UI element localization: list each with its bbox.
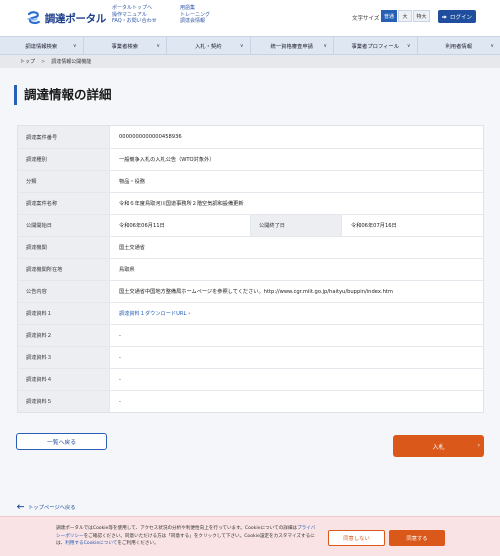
row-label: 公開開始日	[18, 215, 110, 236]
row-label: 調達資料５	[18, 391, 110, 412]
chevron-down-icon: ∨	[239, 43, 244, 49]
table-row: 調達資料４ -	[18, 369, 483, 391]
header-links-primary: ポータルトップへ 操作マニュアル FAQ・お問い合わせ	[112, 5, 157, 25]
bid-button[interactable]: 入札 ›	[393, 435, 484, 457]
table-row: 公告内容 国土交通省中国地方整備局ホームページを参照してください。http://…	[18, 281, 483, 303]
header-links-secondary: 用語集 トレーニング 調達会情報	[180, 5, 210, 25]
row-value: 一般競争入札の入札公告（WTO対象外）	[119, 157, 215, 163]
row-label: 調達機関所在地	[18, 259, 110, 280]
row-label: 調達案件名称	[18, 193, 110, 214]
page-top-link[interactable]: トップページへ戻る	[17, 503, 76, 511]
logo-text: 調達ポータル	[44, 12, 107, 25]
row-value: -	[119, 332, 121, 339]
chevron-down-icon: ∨	[72, 43, 77, 49]
nav-item-label: 事業者プロフィール	[351, 43, 400, 50]
font-size-large-button[interactable]: 大	[398, 10, 412, 22]
table-row: 調達資料１ 調達資料１ダウンロードURL ›	[18, 303, 483, 325]
row-value: 令和06年06月11日	[119, 223, 165, 229]
portal-top-link[interactable]: ポータルトップへ	[112, 5, 157, 12]
table-row: 調達資料５ -	[18, 391, 483, 412]
back-to-list-button[interactable]: 一覧へ戻る	[16, 433, 107, 450]
cookie-agree-button[interactable]: 同意する	[389, 530, 445, 546]
nav-item-business-profile[interactable]: 事業者プロフィール ∨	[334, 37, 418, 54]
nav-item-label: 統一資格審査申請	[270, 43, 313, 50]
row-label: 分類	[18, 171, 110, 192]
nav-item-label: 事業者検索	[111, 43, 139, 50]
global-nav: 調達情報検索 ∨ 事業者検索 ∨ 入札・契約 ∨ 統一資格審査申請 ∨ 事業者プロフィー…	[0, 36, 500, 55]
table-row: 調達資料２ -	[18, 325, 483, 347]
chevron-down-icon: ∨	[406, 43, 411, 49]
page-title: 調達情報の詳細	[14, 85, 112, 105]
row-label: 調達資料４	[18, 369, 110, 390]
nav-item-label: 入札・契約	[195, 43, 222, 50]
table-row: 分類 物品・役務	[18, 171, 483, 193]
site-header: 調達ポータル ポータルトップへ 操作マニュアル FAQ・お問い合わせ 用語集 ト…	[0, 0, 500, 36]
row-value: 鳥取県	[119, 267, 135, 273]
details-table: 調達案件番号 0000000000000458936 調達種別 一般競争入札の入…	[17, 125, 484, 413]
row-label: 調達資料３	[18, 347, 110, 368]
row-label: 公告内容	[18, 281, 110, 302]
cookie-settings-link[interactable]: 利用するCookieについて	[65, 541, 117, 546]
table-row: 調達案件名称 令和６年度鳥取河川国道事務所２階空気調和設備更新	[18, 193, 483, 215]
table-row: 調達種別 一般競争入札の入札公告（WTO対象外）	[18, 149, 483, 171]
cookie-banner: 調達ポータルではCookie等を使用して、アクセス状況の分析や利便性向上を行って…	[0, 516, 500, 556]
back-to-list-label: 一覧へ戻る	[47, 440, 76, 446]
row-value: 国土交通省中国地方整備局ホームページを参照してください。http://www.c…	[119, 289, 393, 295]
table-row: 調達案件番号 0000000000000458936	[18, 126, 483, 149]
font-size-xlarge-button[interactable]: 特大	[413, 10, 430, 22]
return-arrow-icon	[17, 504, 24, 509]
breadcrumb: トップ > 調達情報公開機能	[0, 55, 500, 68]
login-icon	[441, 14, 447, 19]
row-label: 調達機関	[18, 237, 110, 258]
cookie-text-part: をご利用ください。	[117, 541, 159, 546]
breadcrumb-separator-icon: >	[41, 58, 46, 65]
row-label: 調達種別	[18, 149, 110, 170]
login-button[interactable]: ログイン	[438, 10, 476, 23]
nav-item-bid-contract[interactable]: 入札・契約 ∨	[167, 37, 251, 54]
row-label: 調達資料１	[18, 303, 110, 324]
row-value: 国土交通省	[119, 245, 145, 251]
row-label: 公開終了日	[250, 215, 342, 236]
bid-label: 入札	[432, 443, 445, 451]
table-row: 公開開始日 令和06年06月11日 公開終了日 令和06年07月16日	[18, 215, 483, 237]
font-size-normal-button[interactable]: 普通	[381, 10, 397, 22]
breadcrumb-top-link[interactable]: トップ	[20, 58, 35, 65]
row-value: 令和06年07月16日	[351, 223, 397, 229]
chevron-down-icon: ∨	[323, 43, 327, 49]
row-value: -	[119, 398, 121, 405]
nav-item-user-info[interactable]: 利用者情報 ∨	[418, 37, 500, 54]
breadcrumb-current: 調達情報公開機能	[51, 59, 92, 65]
row-label: 調達案件番号	[18, 126, 110, 148]
logo-mark-icon	[27, 11, 40, 25]
chevron-right-icon: ›	[477, 442, 480, 449]
page-top-label: トップページへ戻る	[28, 505, 76, 511]
chevron-down-icon: ∨	[490, 43, 494, 49]
chevron-down-icon: ∨	[156, 43, 160, 49]
row-value: -	[119, 376, 121, 383]
row-value: 物品・役務	[119, 179, 145, 185]
nav-item-label: 調達情報検索	[25, 43, 58, 50]
table-row: 調達機関 国土交通省	[18, 237, 483, 259]
login-label: ログイン	[449, 14, 472, 21]
cookie-text-part: 調達ポータルではCookie等を使用して、アクセス状況の分析や利便性向上を行って…	[56, 526, 298, 531]
row-value: 令和６年度鳥取河川国道事務所２階空気調和設備更新	[119, 201, 244, 207]
nav-item-label: 利用者情報	[445, 43, 473, 50]
table-row: 調達機関所在地 鳥取県	[18, 259, 483, 281]
site-logo[interactable]: 調達ポータル	[26, 9, 106, 27]
material-1-download-link[interactable]: 調達資料１ダウンロードURL ›	[110, 303, 483, 324]
cookie-decline-button[interactable]: 同意しない	[328, 530, 385, 546]
row-label: 調達資料２	[18, 325, 110, 346]
font-size-label: 文字サイズ	[352, 16, 380, 22]
row-value: 0000000000000458936	[119, 134, 182, 140]
nav-item-procurement-search[interactable]: 調達情報検索 ∨	[0, 37, 84, 54]
nav-item-qualification[interactable]: 統一資格審査申請 ∨	[251, 37, 334, 54]
table-row: 調達資料３ -	[18, 347, 483, 369]
row-value: -	[119, 354, 121, 361]
procurement-meeting-link[interactable]: 調達会情報	[180, 18, 210, 25]
external-link-icon: ›	[188, 310, 191, 317]
faq-link[interactable]: FAQ・お問い合わせ	[112, 18, 157, 25]
cookie-message: 調達ポータルではCookie等を使用して、アクセス状況の分析や利便性向上を行って…	[56, 525, 316, 548]
download-link-label: 調達資料１ダウンロードURL	[119, 311, 187, 317]
nav-item-business-search[interactable]: 事業者検索 ∨	[84, 37, 167, 54]
